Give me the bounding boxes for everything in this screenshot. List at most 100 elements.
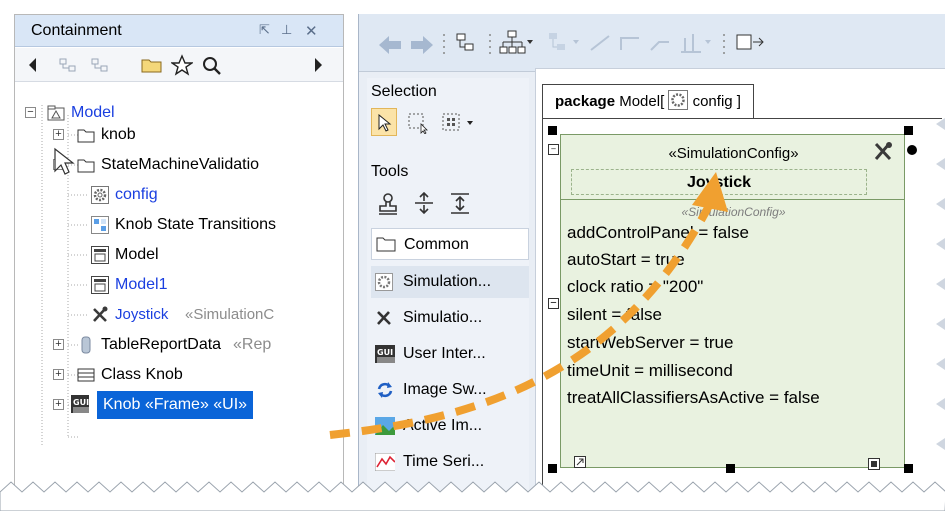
palette-item-label: Simulation... [403, 273, 492, 290]
palette-group-common[interactable]: Common [371, 228, 529, 260]
connector-handle-icon[interactable] [906, 144, 918, 156]
back-arrow-icon[interactable] [379, 36, 403, 54]
collapse-all-icon[interactable] [59, 57, 79, 73]
compartment-collapse-icon[interactable]: – [548, 144, 559, 155]
palette-item-image-switcher[interactable]: Image Sw... [371, 374, 529, 406]
collapse-toggle-icon[interactable]: − [25, 107, 36, 118]
diagram-icon [91, 246, 109, 264]
tree-item-model-diagram[interactable]: Model [87, 243, 337, 267]
tree-item-model[interactable]: − Model [25, 101, 335, 125]
block-name[interactable]: Joystick [571, 169, 867, 195]
attribute-row[interactable]: timeUnit = millisecond [567, 361, 733, 381]
align-icon[interactable] [677, 30, 715, 56]
select-all-icon[interactable] [441, 112, 481, 134]
expand-toggle-icon[interactable]: + [53, 129, 64, 140]
layout-tree-icon[interactable] [543, 30, 583, 56]
attribute-row[interactable]: clock ratio = "200" [567, 277, 703, 297]
close-icon[interactable]: ✕ [305, 22, 318, 40]
diagram-palette: Selection Tools Common Simulation... Sim… [367, 78, 529, 498]
expand-toggle-icon[interactable]: + [53, 399, 64, 410]
gear-icon [668, 90, 689, 110]
tree-item-knob[interactable]: + knob [53, 123, 333, 147]
tree-item-model1[interactable]: Model1 [87, 273, 337, 297]
palette-item-time-series[interactable]: Time Seri... [371, 446, 529, 478]
diagram-frame-border [542, 118, 942, 119]
tree-item-statemachinevalidation[interactable]: + StateMachineValidatio [53, 153, 333, 177]
palette-group-simulation-config[interactable]: Simulation... [371, 266, 529, 298]
pointer-tool[interactable] [371, 108, 397, 136]
containment-panel: Containment ⇱ ⊥ ✕ − Model + knob StateMa… [14, 14, 344, 494]
resize-handle[interactable] [904, 126, 913, 135]
folder-icon [376, 237, 396, 252]
attribute-row[interactable]: treatAllClassifiersAsActive = false [567, 388, 820, 408]
scroll-right-icon[interactable] [315, 58, 323, 72]
tree-item-label: Knob State Transitions [115, 216, 276, 233]
rectangle-select-icon[interactable] [407, 112, 431, 134]
path-oblique-icon[interactable] [647, 32, 675, 54]
tree-item-label: Model1 [115, 276, 168, 293]
star-icon[interactable] [171, 54, 193, 76]
chart-icon [375, 453, 395, 471]
palette-item-simulation[interactable]: Simulatio... [371, 302, 529, 334]
block-stereotype: «SimulationConfig» [668, 145, 799, 162]
browse-tree-icon[interactable] [455, 32, 477, 54]
compartment-separator [561, 199, 904, 200]
tree-item-label: Knob «Frame» «UI» [97, 391, 254, 419]
frame-element: config [692, 93, 733, 110]
tree-item-tablereportdata[interactable]: + TableReportData «Rep [53, 333, 343, 357]
resize-handle[interactable] [904, 464, 913, 473]
palette-item-label: Common [404, 236, 469, 253]
tree-item-config[interactable]: config [87, 183, 337, 207]
palette-item-label: Active Im... [403, 417, 483, 434]
distribute-vertical-icon[interactable] [413, 192, 435, 216]
palette-item-user-interface[interactable]: GUI User Inter... [371, 338, 529, 370]
resize-handle[interactable] [548, 126, 557, 135]
diagram-frame-tab: package Model[ config ] [542, 84, 754, 118]
tree-item-label: Model [71, 104, 115, 121]
align-vertical-icon[interactable] [449, 192, 471, 216]
attribute-row[interactable]: silent = false [567, 305, 662, 325]
expand-toggle-icon[interactable]: + [53, 339, 64, 350]
expand-toggle-icon[interactable]: + [53, 369, 64, 380]
open-folder-icon[interactable] [141, 56, 163, 74]
table-icon [91, 216, 109, 234]
tree-item-class-knob[interactable]: + Class Knob [53, 363, 333, 387]
palette-item-active-image[interactable]: Active Im... [371, 410, 529, 442]
expand-all-icon[interactable] [91, 57, 111, 73]
forward-arrow-icon[interactable] [409, 36, 433, 54]
containment-title-bar: Containment ⇱ ⊥ ✕ [15, 15, 343, 47]
attribute-row[interactable]: autoStart = true [567, 250, 685, 270]
compartment-collapse-icon[interactable]: − [548, 298, 559, 309]
tree-item-label: Class Knob [101, 366, 183, 383]
insert-element-icon[interactable] [735, 30, 765, 56]
tree-item-label: TableReportData [101, 336, 222, 353]
toolbar-separator [443, 34, 445, 54]
class-icon [77, 368, 95, 382]
layout-hierarchy-icon[interactable] [499, 30, 533, 56]
diagram-icon [91, 276, 109, 294]
attribute-row[interactable]: startWebServer = true [567, 333, 733, 353]
tree-item-joystick[interactable]: Joystick «SimulationC [87, 303, 343, 327]
diagram-frame-border [542, 118, 543, 498]
tools-icon [93, 306, 108, 322]
expand-shape-icon[interactable] [574, 456, 586, 468]
path-rectilinear-icon[interactable] [617, 32, 645, 54]
attribute-row[interactable]: addControlPanel = false [567, 223, 749, 243]
path-diagonal-icon[interactable] [587, 32, 615, 54]
tools-icon [377, 311, 391, 325]
float-icon[interactable]: ⇱ [259, 22, 270, 38]
simulation-config-block[interactable]: «SimulationConfig» Joystick «SimulationC… [560, 134, 905, 468]
scroll-left-icon[interactable] [29, 58, 37, 72]
containment-toolbar [15, 48, 343, 82]
palette-item-label: Simulatio... [403, 309, 483, 326]
search-icon[interactable] [201, 55, 223, 77]
pin-icon[interactable]: ⊥ [281, 22, 292, 38]
stamp-icon[interactable] [377, 192, 399, 216]
tree-item-knob-frame-ui[interactable]: + GUI Knob «Frame» «UI» [53, 391, 343, 419]
cylinder-icon [81, 336, 91, 354]
corner-marker-icon[interactable] [868, 458, 880, 470]
resize-handle[interactable] [726, 464, 735, 473]
resize-handle[interactable] [548, 464, 557, 473]
compartment-stereotype: «SimulationConfig» [681, 205, 786, 219]
tree-item-knob-state-transitions[interactable]: Knob State Transitions [87, 213, 343, 237]
